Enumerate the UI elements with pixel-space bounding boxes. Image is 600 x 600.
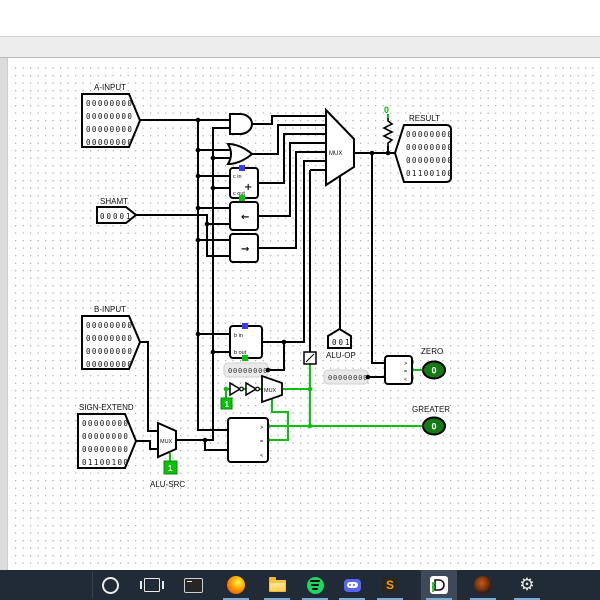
svg-text:<: < <box>260 453 263 459</box>
svg-text:00000000: 00000000 <box>328 374 368 382</box>
alu-src-label: ALU-SRC <box>150 480 185 489</box>
svg-text:<: < <box>404 377 407 383</box>
planet-icon <box>474 576 492 594</box>
logisim-icon <box>430 576 448 594</box>
svg-text:00000000: 00000000 <box>86 99 133 108</box>
svg-text:1: 1 <box>225 400 230 409</box>
carry-out-pin <box>239 195 245 201</box>
shift-right-icon: → <box>241 244 249 255</box>
taskbar-sublime-button[interactable]: S <box>372 570 408 600</box>
svg-text:MUX: MUX <box>264 388 277 394</box>
spotify-icon <box>306 576 324 594</box>
shamt-label: SHAMT <box>100 197 128 206</box>
taskbar-firefox-button[interactable] <box>218 570 254 600</box>
b-input-label: B-INPUT <box>94 305 126 314</box>
circuit-svg: A-INPUT 00000000 00000000 00000000 00000… <box>0 58 600 570</box>
svg-text:00000000: 00000000 <box>86 112 133 121</box>
a-input-label: A-INPUT <box>94 83 126 92</box>
terminal-icon <box>183 577 203 593</box>
shift-right-unit[interactable]: → <box>229 233 259 263</box>
taskbar-spotify-button[interactable] <box>297 570 333 600</box>
svg-text:MUX: MUX <box>160 439 173 445</box>
svg-text:001: 001 <box>332 338 352 347</box>
canvas-left-band <box>0 58 8 570</box>
taskbar-settings-button[interactable]: ⚙ <box>509 570 545 600</box>
slt-constant[interactable]: 1 <box>220 397 233 410</box>
screen: A-INPUT 00000000 00000000 00000000 00000… <box>0 0 600 600</box>
svg-text:b in: b in <box>234 333 243 339</box>
sign-extend-label: SIGN-EXTEND <box>79 403 134 412</box>
svg-text:0: 0 <box>432 366 437 376</box>
svg-text:00000000: 00000000 <box>86 138 133 147</box>
sublime-text-icon: S <box>382 577 398 593</box>
svg-text:00000000: 00000000 <box>86 360 133 369</box>
svg-text:00000000: 00000000 <box>406 143 453 152</box>
borrow-in-pin <box>242 323 248 329</box>
svg-text:00000000: 00000000 <box>86 347 133 356</box>
adder[interactable]: c in + c out <box>229 165 259 201</box>
window-titlebar <box>0 0 600 36</box>
svg-text:=: = <box>260 439 263 445</box>
probe-lower[interactable]: 00000000 <box>323 369 371 385</box>
taskbar-terminal-button[interactable] <box>175 570 211 600</box>
file-explorer-icon <box>268 577 286 592</box>
firefox-icon <box>227 576 245 594</box>
and-gate[interactable] <box>229 113 253 135</box>
svg-text:>: > <box>404 361 407 367</box>
svg-text:01100100: 01100100 <box>406 169 453 178</box>
shift-left-icon: ← <box>241 212 249 223</box>
greater-comparator[interactable]: > = < <box>227 417 269 463</box>
svg-text:00000000: 00000000 <box>406 130 453 139</box>
task-view-icon <box>140 578 164 592</box>
shift-left-unit[interactable]: ← <box>229 201 259 231</box>
svg-text:c in: c in <box>233 174 242 180</box>
svg-text:>: > <box>260 425 263 431</box>
svg-text:1: 1 <box>168 464 173 473</box>
bit-extender[interactable] <box>303 351 317 365</box>
taskbar-discord-button[interactable] <box>334 570 370 600</box>
zero-label: ZERO <box>421 347 443 356</box>
taskbar-planet-app-button[interactable] <box>465 570 501 600</box>
svg-text:MUX: MUX <box>329 151 342 157</box>
alu-op-label: ALU-OP <box>326 351 356 360</box>
discord-icon <box>343 578 361 592</box>
svg-text:00001: 00001 <box>100 212 133 221</box>
taskbar-file-explorer-button[interactable] <box>259 570 295 600</box>
svg-text:=: = <box>404 369 407 375</box>
svg-text:00000000: 00000000 <box>82 432 129 441</box>
svg-text:00000000: 00000000 <box>406 156 453 165</box>
carry-in-pin <box>239 165 245 171</box>
svg-text:+: + <box>244 182 252 193</box>
borrow-out-pin <box>242 355 248 361</box>
zero-comparator[interactable]: > = < <box>384 355 413 385</box>
svg-text:00000000: 00000000 <box>228 367 268 375</box>
subtractor[interactable]: b in b out <box>229 323 263 361</box>
svg-text:0: 0 <box>432 422 437 432</box>
pin-result[interactable]: RESULT 00000000 00000000 00000000 011001… <box>393 114 453 183</box>
logisim-toolbar[interactable] <box>0 36 600 58</box>
greater-label: GREATER <box>412 405 450 414</box>
svg-text:00000000: 00000000 <box>82 419 129 428</box>
search-icon <box>101 576 119 594</box>
probe-upper[interactable]: 00000000 <box>223 362 271 378</box>
gear-icon: ⚙ <box>519 574 535 595</box>
svg-text:00000000: 00000000 <box>86 334 133 343</box>
result-label: RESULT <box>409 114 440 123</box>
taskbar-task-view-button[interactable] <box>134 570 170 600</box>
svg-text:00000000: 00000000 <box>86 321 133 330</box>
svg-text:01100100: 01100100 <box>82 458 129 467</box>
svg-text:0: 0 <box>384 105 389 115</box>
taskbar-search-button[interactable] <box>92 570 128 600</box>
svg-text:00000000: 00000000 <box>86 125 133 134</box>
taskbar-logisim-button[interactable] <box>421 570 457 600</box>
taskbar: S ⚙ <box>0 570 600 600</box>
svg-text:00000000: 00000000 <box>82 445 129 454</box>
circuit-canvas[interactable]: A-INPUT 00000000 00000000 00000000 00000… <box>0 58 600 570</box>
